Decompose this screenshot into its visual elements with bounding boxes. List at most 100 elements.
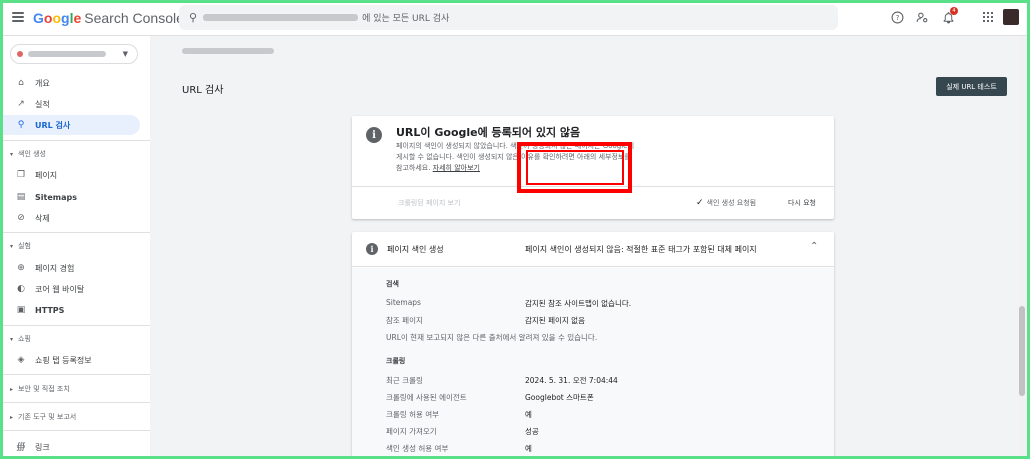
indexing-allowed-value: 예 <box>525 444 532 453</box>
sidebar-item-label: 페이지 경험 <box>35 263 75 273</box>
caret-down-icon: ▾ <box>10 335 14 343</box>
notification-badge: 4 <box>950 7 958 15</box>
divider <box>0 140 150 141</box>
crawl-heading: 크롤링 <box>386 357 406 365</box>
tag-icon: ◈ <box>17 355 25 365</box>
search-icon: ⚲ <box>189 11 198 24</box>
svg-text:?: ? <box>895 13 899 22</box>
requested-label: 색인 생성 요청됨 <box>706 199 757 207</box>
page-fetch-value: 성공 <box>525 427 539 436</box>
blurred-property-name <box>28 51 106 57</box>
sidebar-item-label: 코어 웹 바이탈 <box>35 284 85 294</box>
info-icon: i <box>366 127 382 143</box>
chevron-down-icon: ▼ <box>122 50 128 58</box>
test-live-url-button[interactable]: 실제 URL 테스트 <box>936 77 1007 96</box>
section-shopping[interactable]: ▾ 쇼핑 <box>0 332 150 346</box>
sidebar-item-core-web-vitals[interactable]: ◐ 코어 웹 바이탈 <box>0 279 140 299</box>
sidebar-item-label: 삭제 <box>35 213 50 223</box>
main-content: URL 검사 실제 URL 테스트 i URL이 Google에 등록되어 있지… <box>150 36 1030 459</box>
help-icon[interactable]: ? <box>890 10 904 24</box>
account-settings-icon[interactable] <box>915 10 929 24</box>
indexing-requested-status: ✓ 색인 생성 요청됨 <box>696 198 756 208</box>
indexing-status: 페이지 색인이 생성되지 않음: 적절한 표준 태그가 포함된 대체 페이지 <box>525 245 757 254</box>
sitemaps-label: Sitemaps <box>386 298 421 307</box>
sidebar-item-sitemaps[interactable]: ▤ Sitemaps <box>0 187 140 207</box>
lock-icon: ▣ <box>16 305 26 315</box>
crawl-allowed-value: 예 <box>525 410 532 419</box>
avatar[interactable] <box>1003 9 1019 25</box>
indexing-label: 페이지 색인 생성 <box>387 245 444 254</box>
sidebar-item-label: 개요 <box>35 78 50 88</box>
menu-icon[interactable] <box>12 12 24 22</box>
sidebar-item-label: 페이지 <box>35 170 58 180</box>
desc-line: 참고하세요. <box>396 164 431 172</box>
property-selector[interactable]: ▼ <box>10 44 138 64</box>
page-title: URL 검사 <box>182 85 224 96</box>
sidebar-item-label: 실적 <box>35 99 50 109</box>
chevron-up-icon[interactable]: ⌃ <box>810 241 818 252</box>
divider <box>0 402 150 403</box>
section-title: 실험 <box>18 242 31 250</box>
search-placeholder: 에 있는 모든 URL 검사 <box>362 14 450 24</box>
app-logo[interactable]: Google Search Console <box>33 10 184 26</box>
sidebar-item-label: HTTPS <box>35 305 65 315</box>
referring-page-value: 감지된 페이지 없음 <box>525 316 585 325</box>
search-icon: ⚲ <box>17 120 25 130</box>
sidebar-item-label: 쇼핑 탭 등록정보 <box>35 355 92 365</box>
caret-right-icon: ▸ <box>10 385 14 393</box>
sidebar-item-overview[interactable]: ⌂ 개요 <box>0 73 140 93</box>
links-icon: ∰ <box>16 442 26 452</box>
section-experience[interactable]: ▾ 실험 <box>0 239 150 253</box>
crawl-allowed-label: 크롤링 허용 여부 <box>386 410 440 419</box>
sidebar-item-url-inspection[interactable]: ⚲ URL 검사 <box>0 115 140 135</box>
caret-down-icon: ▾ <box>10 150 14 158</box>
home-icon: ⌂ <box>18 78 24 88</box>
sidebar-item-shopping-tab[interactable]: ◈ 쇼핑 탭 등록정보 <box>0 350 140 370</box>
scroll-thumb[interactable] <box>1019 306 1025 396</box>
crawled-as-label: 크롤링에 사용된 에이전트 <box>386 393 467 402</box>
apps-grid-icon[interactable] <box>983 12 993 22</box>
sidebar-item-links[interactable]: ∰ 링크 <box>0 437 140 457</box>
section-security[interactable]: ▸ 보안 및 직접 조치 <box>0 382 150 396</box>
sidebar-item-removals[interactable]: ⊘ 삭제 <box>0 208 140 228</box>
section-legacy[interactable]: ▸ 기존 도구 및 보고서 <box>0 410 150 424</box>
page-fetch-label: 페이지 가져오기 <box>386 427 437 436</box>
pages-icon: ❐ <box>16 170 26 180</box>
sidebar-item-page-experience[interactable]: ⊕ 페이지 경험 <box>0 258 140 278</box>
sidebar-item-label: URL 검사 <box>35 120 71 130</box>
scrollbar[interactable] <box>1019 36 1025 456</box>
check-icon: ✓ <box>696 198 704 208</box>
section-title: 색인 생성 <box>18 150 47 158</box>
sitemap-icon: ▤ <box>16 192 26 202</box>
divider <box>0 325 150 326</box>
divider <box>0 430 150 431</box>
sidebar-item-pages[interactable]: ❐ 페이지 <box>0 165 140 185</box>
referring-page-label: 참조 페이지 <box>386 316 423 325</box>
indexing-header[interactable]: i 페이지 색인 생성 페이지 색인이 생성되지 않음: 적절한 표준 태그가 … <box>352 232 834 267</box>
notifications-bell-icon[interactable]: 4 <box>941 7 958 24</box>
sidebar-item-https[interactable]: ▣ HTTPS <box>0 300 140 320</box>
view-crawled-page-link[interactable]: 크롤링된 페이지 보기 <box>398 198 460 208</box>
discovery-heading: 검색 <box>386 280 399 288</box>
divider <box>0 374 150 375</box>
sidebar: ▼ ⌂ 개요 ↗ 실적 ⚲ URL 검사 ▾ 색인 생성 ❐ 페이지 ▤ Sit… <box>0 36 150 459</box>
sidebar-item-label: Sitemaps <box>35 192 77 202</box>
sidebar-item-performance[interactable]: ↗ 실적 <box>0 94 140 114</box>
caret-down-icon: ▾ <box>10 242 14 250</box>
caret-right-icon: ▸ <box>10 413 14 421</box>
sitemaps-value: 감지된 참조 사이트맵이 없습니다. <box>525 299 632 308</box>
divider <box>0 232 150 233</box>
highlight-box-inner <box>526 150 624 185</box>
request-again-button[interactable]: 다시 요청 <box>788 198 816 208</box>
url-inspect-search[interactable]: ⚲ 에 있는 모든 URL 검사 <box>179 5 838 30</box>
page-indexing-card: i 페이지 색인 생성 페이지 색인이 생성되지 않음: 적절한 표준 태그가 … <box>352 232 834 459</box>
info-icon: i <box>366 243 378 255</box>
top-bar: Google Search Console ⚲ 에 있는 모든 URL 검사 ? … <box>0 0 1030 36</box>
sidebar-item-label: 링크 <box>35 442 50 452</box>
section-title: 쇼핑 <box>18 335 31 343</box>
indexing-details: 검색 Sitemaps 감지된 참조 사이트맵이 없습니다. 참조 페이지 감지… <box>352 268 834 459</box>
section-indexing[interactable]: ▾ 색인 생성 <box>0 147 150 161</box>
last-crawl-label: 최근 크롤링 <box>386 376 423 385</box>
learn-more-link[interactable]: 자세히 알아보기 <box>433 164 480 172</box>
last-crawl-value: 2024. 5. 31. 오전 7:04:44 <box>525 376 618 385</box>
